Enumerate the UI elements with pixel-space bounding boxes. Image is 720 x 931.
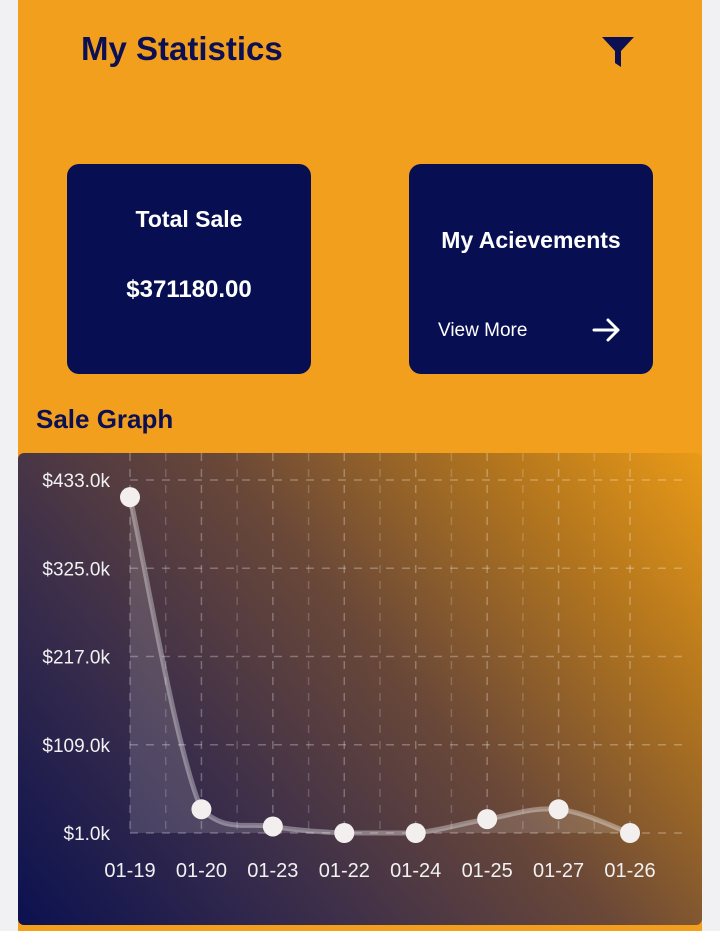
x-tick-label: 01-20: [176, 860, 227, 882]
data-point: [262, 816, 283, 837]
data-point: [548, 799, 569, 820]
data-point: [120, 487, 140, 508]
y-tick-label: $1.0k: [64, 824, 111, 845]
filter-icon[interactable]: [600, 34, 636, 70]
x-tick-label: 01-26: [604, 860, 655, 882]
x-tick-label: 01-19: [104, 860, 155, 882]
x-tick-label: 01-22: [319, 860, 370, 882]
x-tick-label: 01-23: [247, 860, 298, 882]
total-sale-card: Total Sale $371180.00: [67, 164, 311, 374]
sale-graph: $1.0k $109.0k $217.0k $325.0k $433.0k 01-19 01…: [18, 453, 702, 925]
total-sale-label: Total Sale: [135, 206, 243, 232]
y-tick-label: $217.0k: [42, 648, 110, 669]
data-point: [477, 809, 498, 830]
y-tick-label: $433.0k: [42, 471, 110, 492]
y-tick-label: $109.0k: [42, 736, 110, 757]
achievements-card[interactable]: My Acievements View More: [409, 164, 653, 374]
data-point: [191, 799, 212, 820]
sale-graph-title: Sale Graph: [36, 404, 174, 434]
app-container: My Statistics Total Sale $371180.00 My A…: [18, 0, 702, 931]
sale-chart-svg: $1.0k $109.0k $217.0k $325.0k $433.0k 01-19 01…: [42, 453, 690, 882]
x-tick-label: 01-27: [533, 860, 584, 882]
achievements-label: My Acievements: [441, 227, 621, 253]
data-point: [620, 823, 640, 843]
bottom-strip: [18, 925, 702, 931]
x-tick-label: 01-24: [390, 860, 441, 882]
x-tick-label: 01-25: [462, 860, 513, 882]
arrow-right-icon[interactable]: [592, 316, 622, 344]
view-more-link[interactable]: View More: [438, 320, 527, 342]
total-sale-value: $371180.00: [126, 276, 252, 303]
y-tick-label: $325.0k: [42, 559, 110, 580]
data-point: [334, 823, 355, 843]
page-title: My Statistics: [81, 30, 283, 67]
data-point: [405, 823, 426, 843]
